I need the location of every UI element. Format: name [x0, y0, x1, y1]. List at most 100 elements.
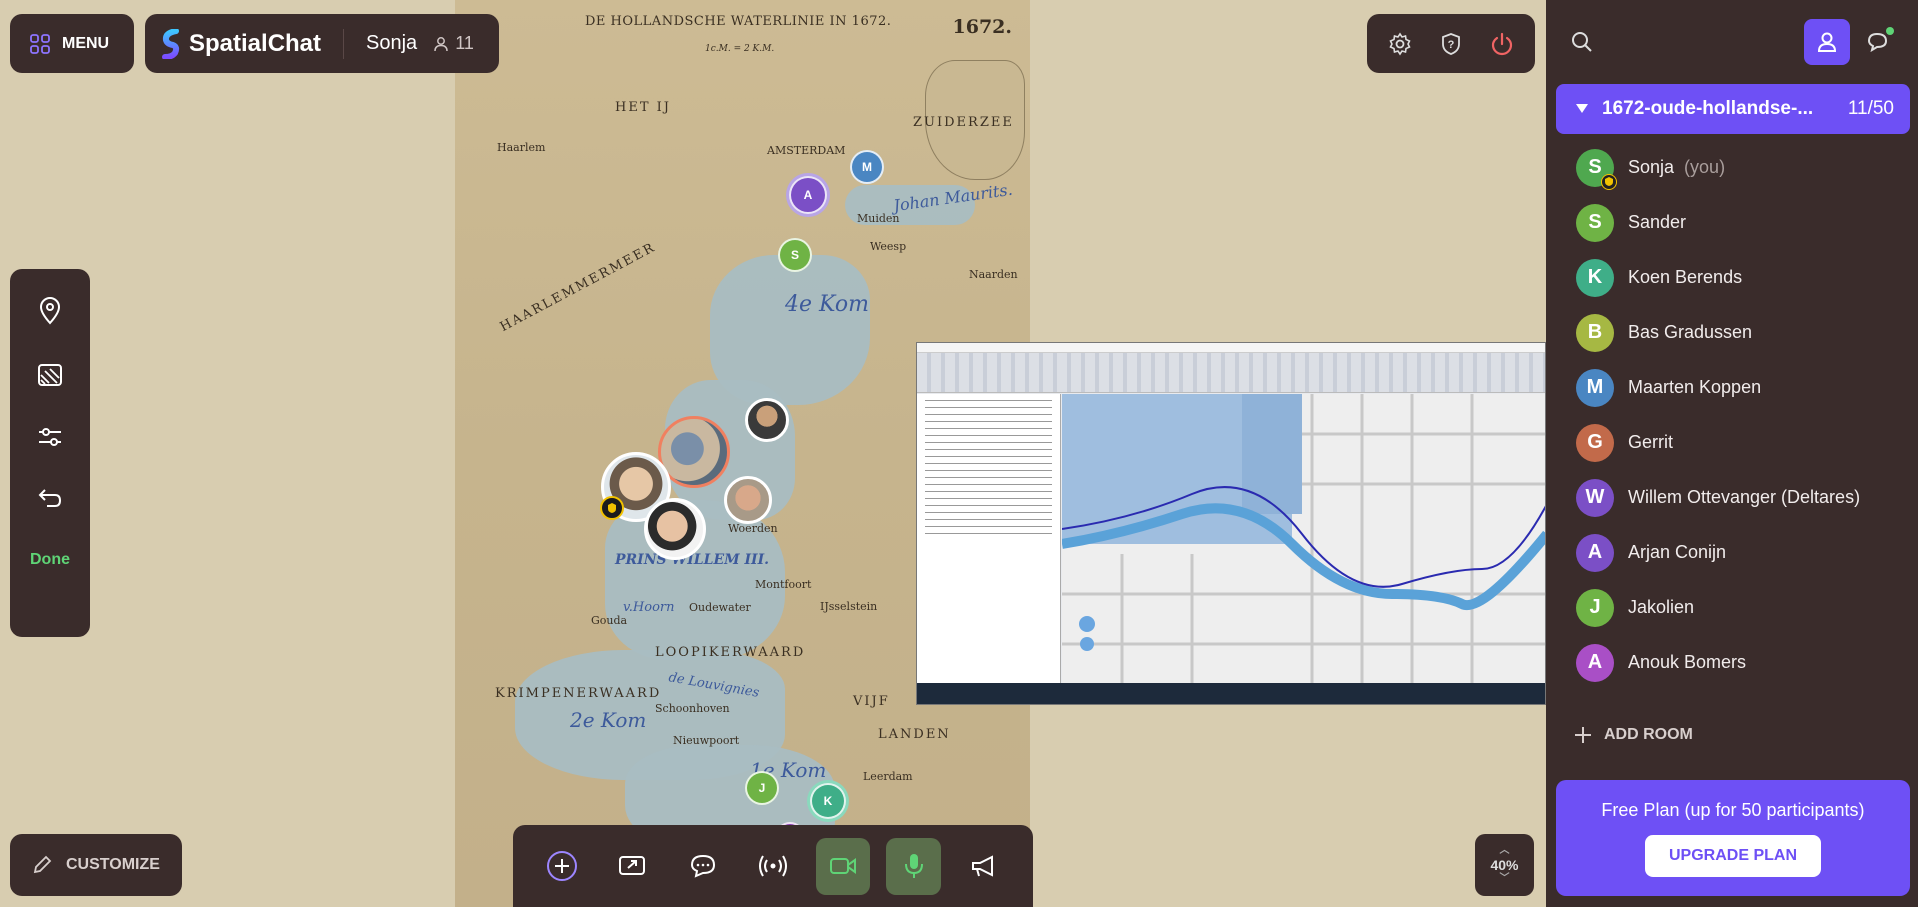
participant-count: 11: [433, 33, 474, 54]
settings-button[interactable]: [1388, 32, 1412, 56]
avatar: G: [1576, 423, 1614, 462]
map-label-schoonhoven: Schoonhoven: [655, 702, 730, 715]
camera-toggle[interactable]: [816, 837, 871, 895]
map-label-ijsselstein: IJsselstein: [820, 600, 878, 613]
host-badge-icon: [600, 496, 624, 520]
add-content-button[interactable]: [535, 838, 589, 895]
megaphone-button[interactable]: [957, 838, 1011, 895]
leave-button[interactable]: [1490, 32, 1514, 56]
screen-share-window[interactable]: [916, 342, 1546, 705]
help-button[interactable]: ?: [1439, 32, 1463, 56]
pencil-icon: [33, 855, 52, 874]
map-label-landen: LANDEN: [878, 727, 951, 742]
participant-row[interactable]: M Maarten Koppen: [1576, 360, 1918, 415]
tab-participants[interactable]: [1804, 19, 1850, 65]
video-avatar[interactable]: [745, 398, 789, 442]
map-label-kom2: 2e Kom: [570, 708, 647, 732]
spatialchat-logo: SpatialChat: [161, 28, 322, 59]
tab-chat[interactable]: [1856, 19, 1902, 65]
chat-bubble-icon: [690, 854, 715, 878]
map-label-vijf: VIJF: [853, 694, 890, 709]
you-suffix: (you): [1684, 157, 1726, 177]
grid-icon: [30, 33, 50, 54]
zoom-in-icon[interactable]: ︿: [1500, 846, 1510, 856]
participant-row[interactable]: S Sonja (you): [1576, 140, 1918, 195]
search-button[interactable]: [1570, 30, 1594, 54]
plan-card: Free Plan (up for 50 participants) UPGRA…: [1556, 780, 1910, 896]
help-shield-icon: ?: [1442, 32, 1460, 55]
avatar: S: [1576, 203, 1614, 242]
participant-row[interactable]: K Koen Berends: [1576, 250, 1918, 305]
brand-name: SpatialChat: [189, 29, 322, 57]
chat-button[interactable]: [676, 838, 730, 895]
map-avatar[interactable]: K: [810, 783, 846, 819]
right-sidebar: 1672-oude-hollandse-... 11/50 S Sonja (y…: [1546, 0, 1918, 907]
map-label-amsterdam: AMSTERDAM: [767, 144, 846, 157]
map-avatar[interactable]: J: [745, 771, 779, 805]
room-header[interactable]: 1672-oude-hollandse-... 11/50: [1556, 84, 1910, 134]
map-avatar[interactable]: S: [778, 238, 812, 272]
add-room-button[interactable]: ADD ROOM: [1574, 726, 1693, 744]
gear-icon: [1389, 32, 1411, 55]
participant-name: Arjan Conijn: [1628, 542, 1727, 562]
avatar: K: [1576, 258, 1614, 297]
zoom-out-icon[interactable]: ﹀: [1500, 874, 1510, 884]
background-tool[interactable]: [37, 363, 63, 387]
upgrade-plan-button[interactable]: UPGRADE PLAN: [1645, 835, 1821, 877]
background-image-icon: [38, 364, 62, 386]
participant-row[interactable]: B Bas Gradussen: [1576, 305, 1918, 360]
video-avatar[interactable]: [724, 476, 772, 524]
zoom-control[interactable]: ︿ 40% ﹀: [1475, 834, 1534, 896]
person-icon: [434, 36, 448, 51]
participant-name: Bas Gradussen: [1628, 322, 1753, 342]
done-button[interactable]: Done: [30, 551, 70, 569]
avatar: S: [1576, 148, 1617, 190]
edit-toolbar: Done: [10, 269, 90, 637]
participant-row[interactable]: W Willem Ottevanger (Deltares): [1576, 470, 1918, 525]
participant-row[interactable]: J Jakolien: [1576, 580, 1918, 635]
map-year: 1672.: [952, 16, 1013, 38]
adjust-tool[interactable]: [37, 425, 63, 449]
menu-button[interactable]: MENU: [10, 14, 134, 73]
avatar: M: [1576, 368, 1614, 407]
plus-icon: [1575, 727, 1591, 743]
screen-share-button[interactable]: [605, 838, 659, 895]
broadcast-icon: [758, 855, 787, 877]
video-avatar[interactable]: [644, 498, 706, 560]
screen-share-icon: [619, 856, 646, 875]
host-badge-icon: [1601, 173, 1617, 190]
power-icon: [1491, 32, 1512, 55]
video-camera-icon: [830, 858, 857, 874]
location-tool[interactable]: [38, 297, 62, 325]
room-name: 1672-oude-hollandse-...: [1602, 98, 1814, 119]
map-avatar[interactable]: M: [850, 150, 884, 184]
map-label-krimpenerwaard: KRIMPENERWAARD: [495, 686, 662, 701]
avatar: W: [1576, 478, 1614, 517]
undo-tool[interactable]: [37, 487, 63, 509]
sliders-icon: [39, 428, 61, 446]
map-label-naarden: Naarden: [969, 268, 1018, 281]
map-label-v-hoorn: v.Hoorn: [623, 600, 675, 615]
participant-name: Sander: [1628, 212, 1687, 232]
participant-row[interactable]: G Gerrit: [1576, 415, 1918, 470]
microphone-icon: [904, 854, 923, 878]
spatialchat-logo-icon: [162, 28, 180, 59]
spatial-canvas[interactable]: DE HOLLANDSCHE WATERLINIE IN 1672. 1672.…: [0, 0, 1546, 907]
map-label-montfoort: Montfoort: [755, 578, 812, 591]
avatar: J: [1576, 588, 1614, 627]
map-label-het-ij: HET IJ: [615, 100, 671, 115]
microphone-toggle[interactable]: [886, 837, 941, 895]
participant-row[interactable]: S Sander: [1576, 195, 1918, 250]
participant-name: Sonja: [1628, 157, 1675, 177]
map-avatar[interactable]: A: [789, 176, 827, 214]
customize-button[interactable]: CUSTOMIZE: [10, 834, 182, 896]
map-title: DE HOLLANDSCHE WATERLINIE IN 1672.: [585, 14, 892, 29]
participant-name: Anouk Bomers: [1628, 652, 1747, 672]
broadcast-button[interactable]: [746, 838, 800, 895]
svg-text:?: ?: [1448, 39, 1455, 51]
map-label-nieuwpoort: Nieuwpoort: [673, 734, 740, 747]
menu-label: MENU: [62, 34, 110, 52]
avatar: A: [1576, 643, 1614, 682]
participant-row[interactable]: A Arjan Conijn: [1576, 525, 1918, 580]
participant-row[interactable]: A Anouk Bomers: [1576, 635, 1918, 690]
